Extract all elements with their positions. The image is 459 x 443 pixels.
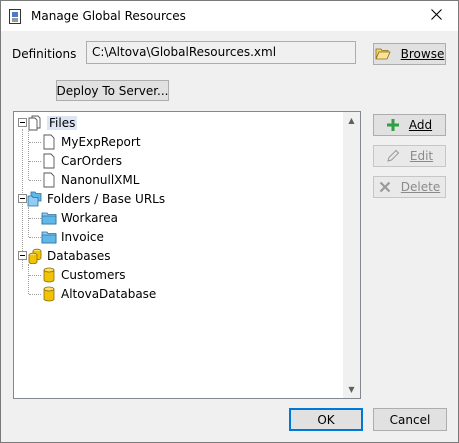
tree-node-database[interactable]: AltovaDatabase: [41, 285, 156, 303]
ok-label: OK: [317, 412, 335, 427]
tree-vertical-scrollbar[interactable]: ▲ ▼: [343, 112, 360, 398]
file-label: CarOrders: [61, 154, 123, 168]
databases-label: Databases: [47, 249, 111, 263]
tree-node-file[interactable]: CarOrders: [41, 152, 122, 170]
ok-button[interactable]: OK: [289, 408, 363, 431]
files-collapse-toggle[interactable]: [18, 118, 27, 127]
files-label: Files: [47, 116, 78, 130]
tree-node-file[interactable]: MyExpReport: [41, 133, 141, 151]
file-icon: [41, 153, 57, 169]
file-label: MyExpReport: [61, 135, 141, 149]
files-group-icon: [27, 115, 43, 131]
tree-line: [29, 275, 41, 276]
file-label: NanonullXML: [61, 173, 140, 187]
tree-node-folder[interactable]: Workarea: [41, 209, 118, 227]
folders-child-line: [28, 207, 29, 237]
deploy-label: Deploy To Server...: [56, 83, 169, 98]
definitions-label: Definitions: [12, 47, 77, 61]
tree-node-databases[interactable]: Databases: [27, 247, 111, 265]
files-child-line: [28, 131, 29, 180]
file-icon: [41, 172, 57, 188]
delete-button[interactable]: Delete: [373, 176, 446, 198]
folder-open-icon: [375, 47, 391, 61]
tree-line: [29, 161, 41, 162]
manage-global-resources-dialog: Manage Global Resources Definitions C:\A…: [0, 0, 459, 443]
tree-node-folder[interactable]: Invoice: [41, 228, 104, 246]
edit-label: Edit: [409, 149, 434, 163]
tree-line: [29, 142, 41, 143]
cancel-button[interactable]: Cancel: [373, 408, 447, 431]
tree-node-files[interactable]: Files: [27, 114, 78, 132]
add-button[interactable]: Add: [373, 114, 446, 136]
databases-collapse-toggle[interactable]: [18, 251, 27, 260]
edit-button[interactable]: Edit: [373, 145, 446, 167]
folder-label: Invoice: [61, 230, 104, 244]
tree-node-file[interactable]: NanonullXML: [41, 171, 139, 189]
delete-x-icon: [379, 181, 391, 193]
browse-button[interactable]: Browse: [373, 43, 446, 65]
databases-group-icon: [27, 248, 43, 264]
folder-icon: [41, 229, 57, 245]
folder-label: Workarea: [61, 211, 118, 225]
scroll-up-icon[interactable]: ▲: [343, 112, 360, 129]
database-icon: [41, 267, 57, 283]
database-icon: [41, 286, 57, 302]
tree-line: [29, 237, 41, 238]
tree-line: [29, 294, 41, 295]
folders-collapse-toggle[interactable]: [18, 194, 27, 203]
close-button[interactable]: [414, 1, 458, 31]
database-label: AltovaDatabase: [61, 287, 157, 301]
tree-line: [29, 180, 41, 181]
resources-tree[interactable]: Files MyExpReport CarOrders NanonullXML: [13, 111, 361, 399]
window-title: Manage Global Resources: [31, 9, 186, 23]
tree-node-database[interactable]: Customers: [41, 266, 126, 284]
file-icon: [41, 134, 57, 150]
document-icon: [9, 9, 21, 24]
folder-icon: [41, 210, 57, 226]
title-bar: Manage Global Resources: [1, 1, 458, 31]
plus-icon: [386, 119, 399, 131]
tree-line: [29, 218, 41, 219]
folders-group-icon: [27, 191, 43, 207]
definitions-path-field[interactable]: C:\Altova\GlobalResources.xml: [86, 41, 356, 64]
pencil-icon: [386, 149, 400, 163]
folders-label: Folders / Base URLs: [47, 192, 166, 206]
database-label: Customers: [61, 268, 126, 282]
cancel-label: Cancel: [389, 412, 431, 427]
delete-label: Delete: [400, 180, 441, 194]
add-label: Add: [408, 118, 433, 132]
scroll-down-icon[interactable]: ▼: [343, 381, 360, 398]
tree-node-folders[interactable]: Folders / Base URLs: [27, 190, 165, 208]
browse-label: Browse: [400, 47, 445, 61]
close-icon: [430, 9, 442, 23]
databases-child-line: [28, 264, 29, 294]
deploy-to-server-button[interactable]: Deploy To Server...: [56, 80, 169, 101]
